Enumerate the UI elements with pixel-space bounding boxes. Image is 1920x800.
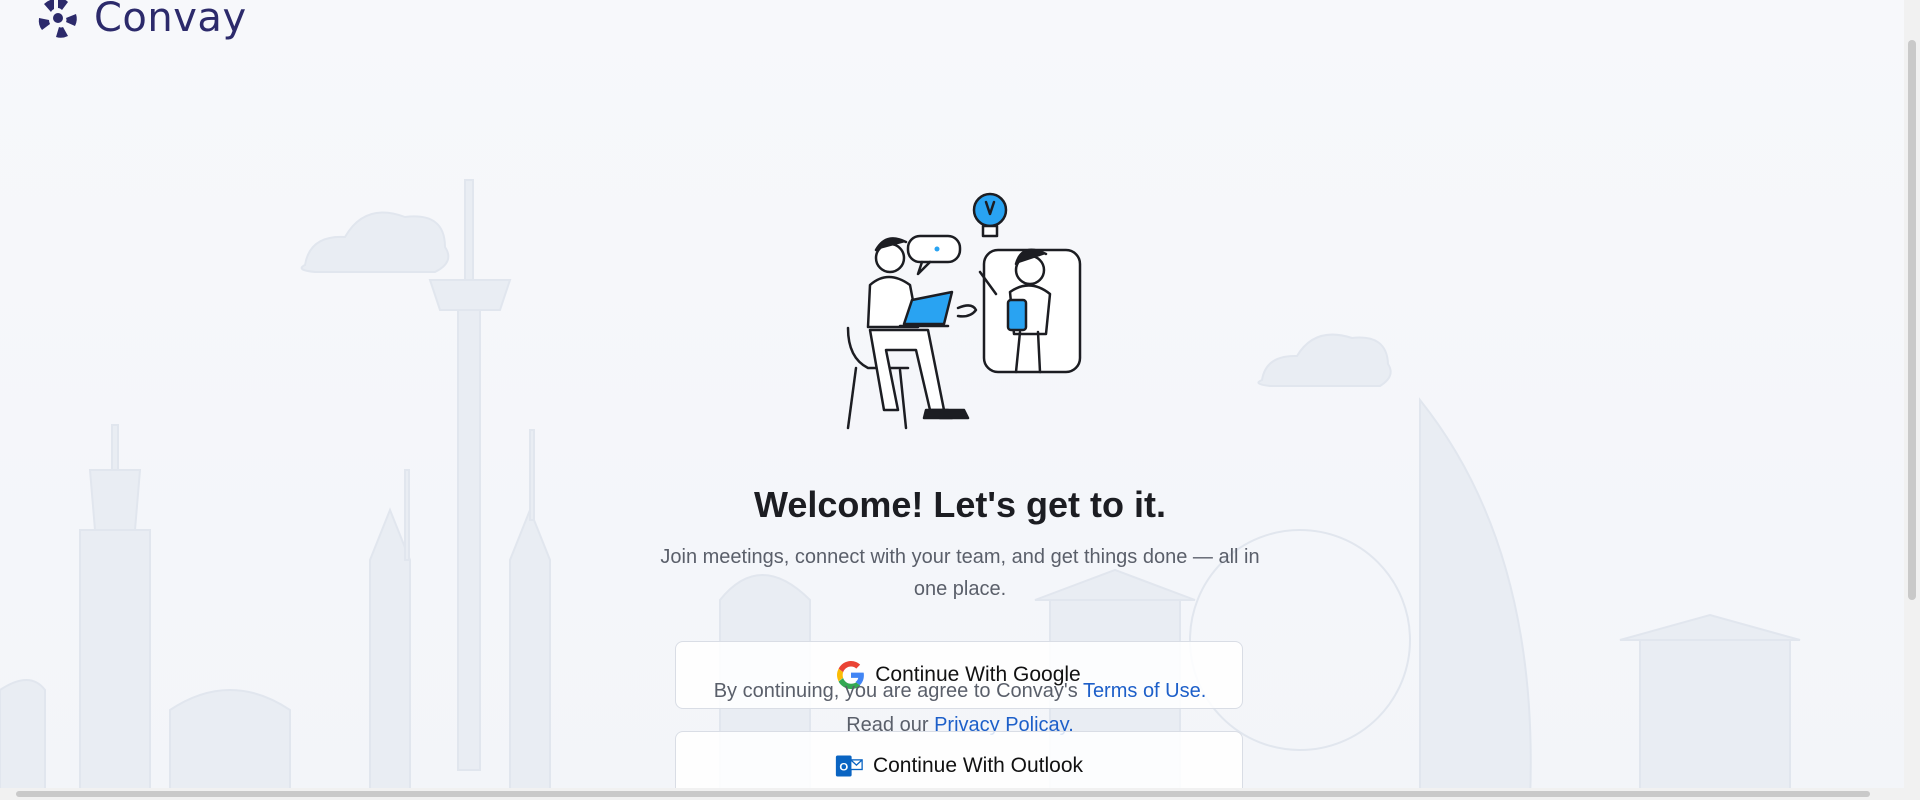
terms-prefix: By continuing, you are agree to Convay's xyxy=(713,680,1078,702)
welcome-subtitle: Join meetings, connect with your team, a… xyxy=(660,546,1260,600)
svg-text:O: O xyxy=(839,761,848,773)
terms-line: By continuing, you are agree to Convay's… xyxy=(0,674,1920,708)
welcome-illustration xyxy=(846,192,1082,430)
vertical-scrollbar-thumb[interactable] xyxy=(1908,40,1916,600)
welcome-title: Welcome! Let's get to it. xyxy=(754,484,1166,525)
outlook-icon: O xyxy=(835,755,863,777)
horizontal-scrollbar[interactable] xyxy=(0,788,1904,800)
vertical-scrollbar[interactable] xyxy=(1904,0,1920,800)
brand-name: Convay xyxy=(94,0,247,41)
terms-of-use-link[interactable]: Terms of Use. xyxy=(1083,680,1206,702)
horizontal-scrollbar-thumb[interactable] xyxy=(16,791,1870,797)
convay-logo-icon xyxy=(38,0,77,38)
login-page: Convay Welcome! Let's get to it. Join me… xyxy=(0,0,1920,800)
outlook-button-label: Continue With Outlook xyxy=(872,754,1084,777)
brand-logo[interactable]: Convay xyxy=(34,0,247,42)
